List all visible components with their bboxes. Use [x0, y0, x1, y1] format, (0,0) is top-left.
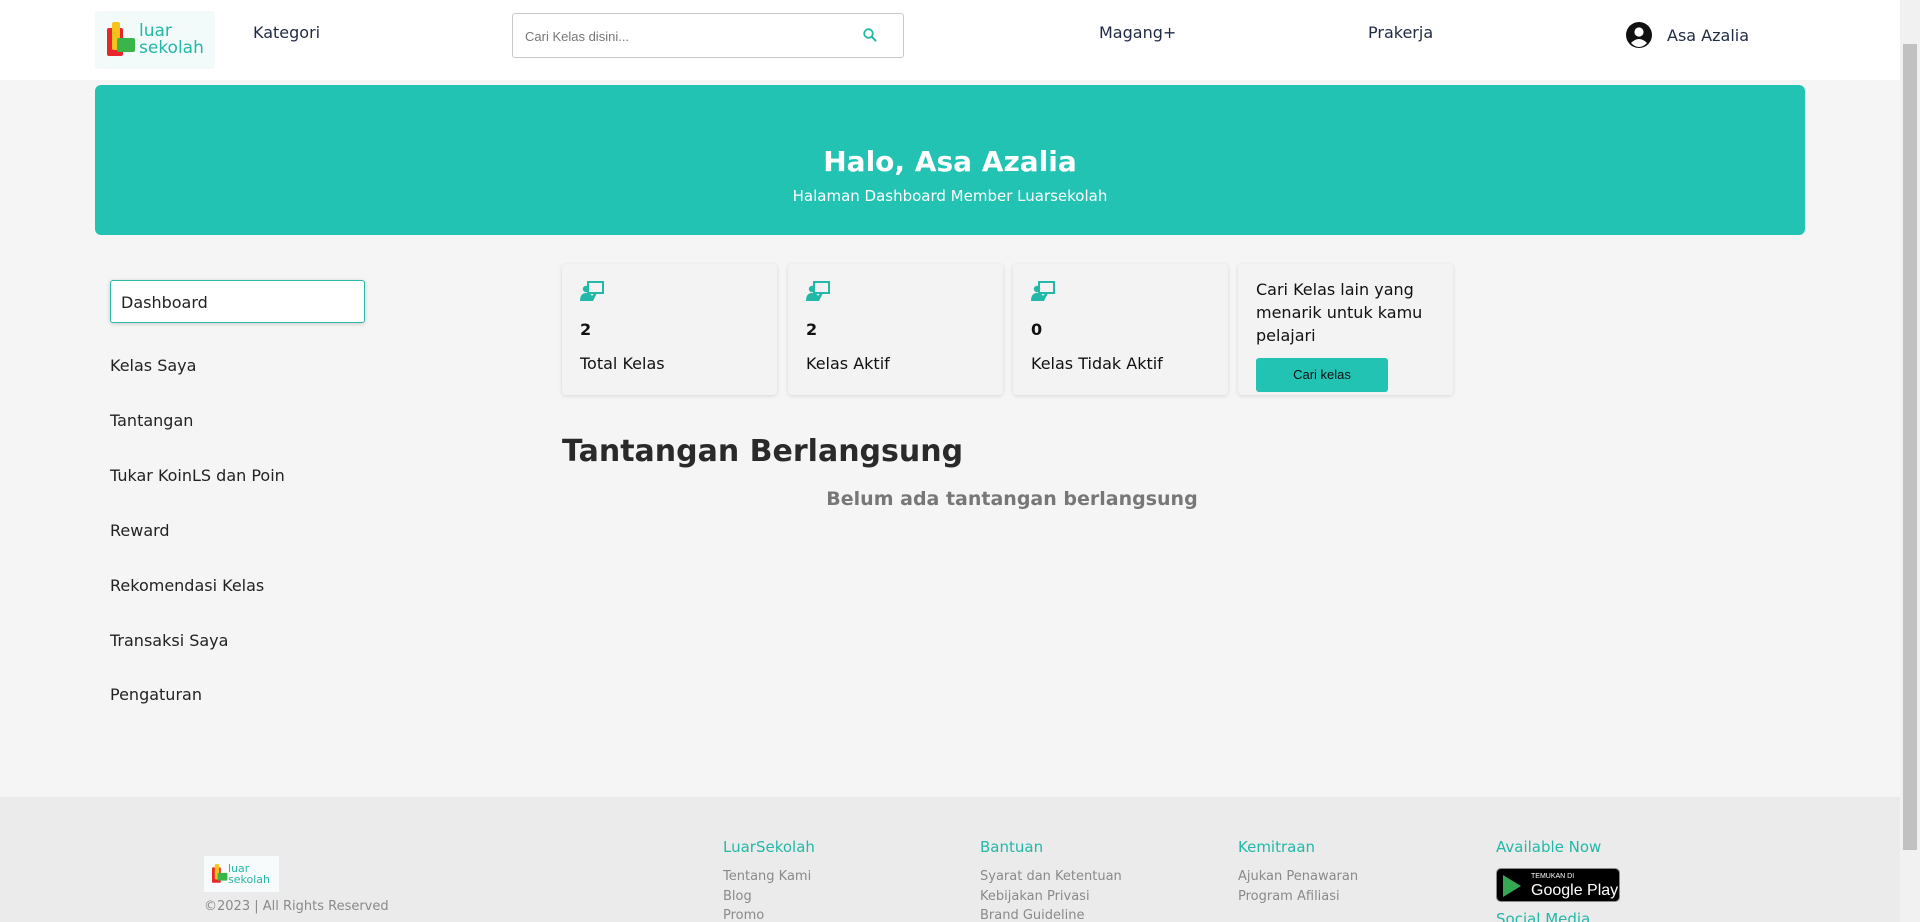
stat-label: Kelas Aktif: [806, 354, 890, 373]
footer-heading-luarsekolah: LuarSekolah: [723, 838, 815, 856]
footer-link-kebijakan[interactable]: Kebijakan Privasi: [980, 889, 1090, 904]
google-play-badge[interactable]: TEMUKAN DI Google Play: [1496, 868, 1620, 902]
luarsekolah-logo[interactable]: luar sekolah: [95, 11, 215, 69]
footer-link-program-afiliasi[interactable]: Program Afiliasi: [1238, 889, 1340, 904]
banner-subtitle: Halaman Dashboard Member Luarsekolah: [792, 187, 1108, 205]
footer-link-syarat[interactable]: Syarat dan Ketentuan: [980, 869, 1122, 884]
user-menu[interactable]: Asa Azalia: [1625, 21, 1749, 49]
play-badge-big-text: Google Play: [1531, 882, 1619, 899]
sidebar-item-reward[interactable]: Reward: [110, 521, 170, 540]
footer-heading-available-now: Available Now: [1496, 838, 1602, 856]
footer-heading-social-media: Social Media: [1496, 910, 1591, 922]
cta-card: Cari Kelas lain yang menarik untuk kamu …: [1238, 264, 1453, 395]
stat-value: 2: [580, 320, 592, 339]
banner-title: Halo, Asa Azalia: [823, 145, 1077, 178]
sidebar-item-kelas-saya[interactable]: Kelas Saya: [110, 356, 196, 375]
play-badge-small-text: TEMUKAN DI: [1531, 873, 1575, 880]
copyright-text: ©2023 | All Rights Reserved: [204, 899, 389, 914]
sidebar-item-transaksi-saya[interactable]: Transaksi Saya: [110, 631, 228, 650]
user-name: Asa Azalia: [1667, 25, 1750, 45]
logo-mark-icon: [212, 864, 228, 884]
search-box: [512, 13, 904, 58]
search-input[interactable]: [525, 26, 845, 46]
footer-link-ajukan-penawaran[interactable]: Ajukan Penawaran: [1238, 869, 1358, 884]
nav-magang[interactable]: Magang+: [1099, 23, 1176, 42]
footer-link-promo[interactable]: Promo: [723, 908, 764, 922]
sidebar-item-pengaturan[interactable]: Pengaturan: [110, 685, 202, 704]
stat-value: 2: [806, 320, 818, 339]
sidebar-item-rekomendasi-kelas[interactable]: Rekomendasi Kelas: [110, 576, 264, 595]
scrollbar-thumb[interactable]: [1903, 44, 1917, 850]
sidebar-item-dashboard[interactable]: Dashboard: [110, 280, 365, 323]
footer-logo[interactable]: luar sekolah: [204, 856, 279, 892]
stat-label: Kelas Tidak Aktif: [1031, 354, 1163, 373]
section-title-tantangan: Tantangan Berlangsung: [562, 434, 964, 469]
logo-text: luar sekolah: [228, 862, 270, 886]
footer-link-brand-guideline[interactable]: Brand Guideline: [980, 908, 1085, 922]
logo-mark-icon: [107, 22, 135, 58]
user-avatar-icon: [1626, 22, 1652, 48]
footer-heading-kemitraan: Kemitraan: [1238, 838, 1316, 856]
stat-card-kelas-aktif: 2 Kelas Aktif: [788, 264, 1003, 395]
sidebar-item-tantangan[interactable]: Tantangan: [110, 411, 193, 430]
logo-text: luar sekolah: [139, 21, 204, 58]
stat-label: Total Kelas: [580, 354, 665, 373]
teacher-board-icon: [806, 281, 830, 301]
page-scrollbar[interactable]: [1900, 0, 1920, 922]
nav-prakerja[interactable]: Prakerja: [1368, 23, 1433, 42]
cari-kelas-button[interactable]: Cari kelas: [1256, 358, 1388, 392]
search-icon[interactable]: [862, 27, 878, 43]
teacher-board-icon: [580, 281, 604, 301]
stat-value: 0: [1031, 320, 1043, 339]
top-navbar: luar sekolah Kategori Magang+ Prakerja A…: [0, 0, 1900, 80]
google-play-icon: [1503, 875, 1521, 897]
welcome-banner: Halo, Asa Azalia Halaman Dashboard Membe…: [95, 85, 1805, 235]
footer-link-tentang-kami[interactable]: Tentang Kami: [723, 869, 811, 884]
stat-card-kelas-tidak-aktif: 0 Kelas Tidak Aktif: [1013, 264, 1228, 395]
cta-text: Cari Kelas lain yang menarik untuk kamu …: [1256, 280, 1423, 345]
stat-card-total-kelas: 2 Total Kelas: [562, 264, 777, 395]
empty-state-message: Belum ada tantangan berlangsung: [826, 488, 1198, 510]
footer-heading-bantuan: Bantuan: [980, 838, 1044, 856]
footer-link-blog[interactable]: Blog: [723, 889, 752, 904]
sidebar-item-tukar-koin[interactable]: Tukar KoinLS dan Poin: [110, 466, 285, 485]
teacher-board-icon: [1031, 281, 1055, 301]
nav-kategori[interactable]: Kategori: [253, 23, 320, 42]
